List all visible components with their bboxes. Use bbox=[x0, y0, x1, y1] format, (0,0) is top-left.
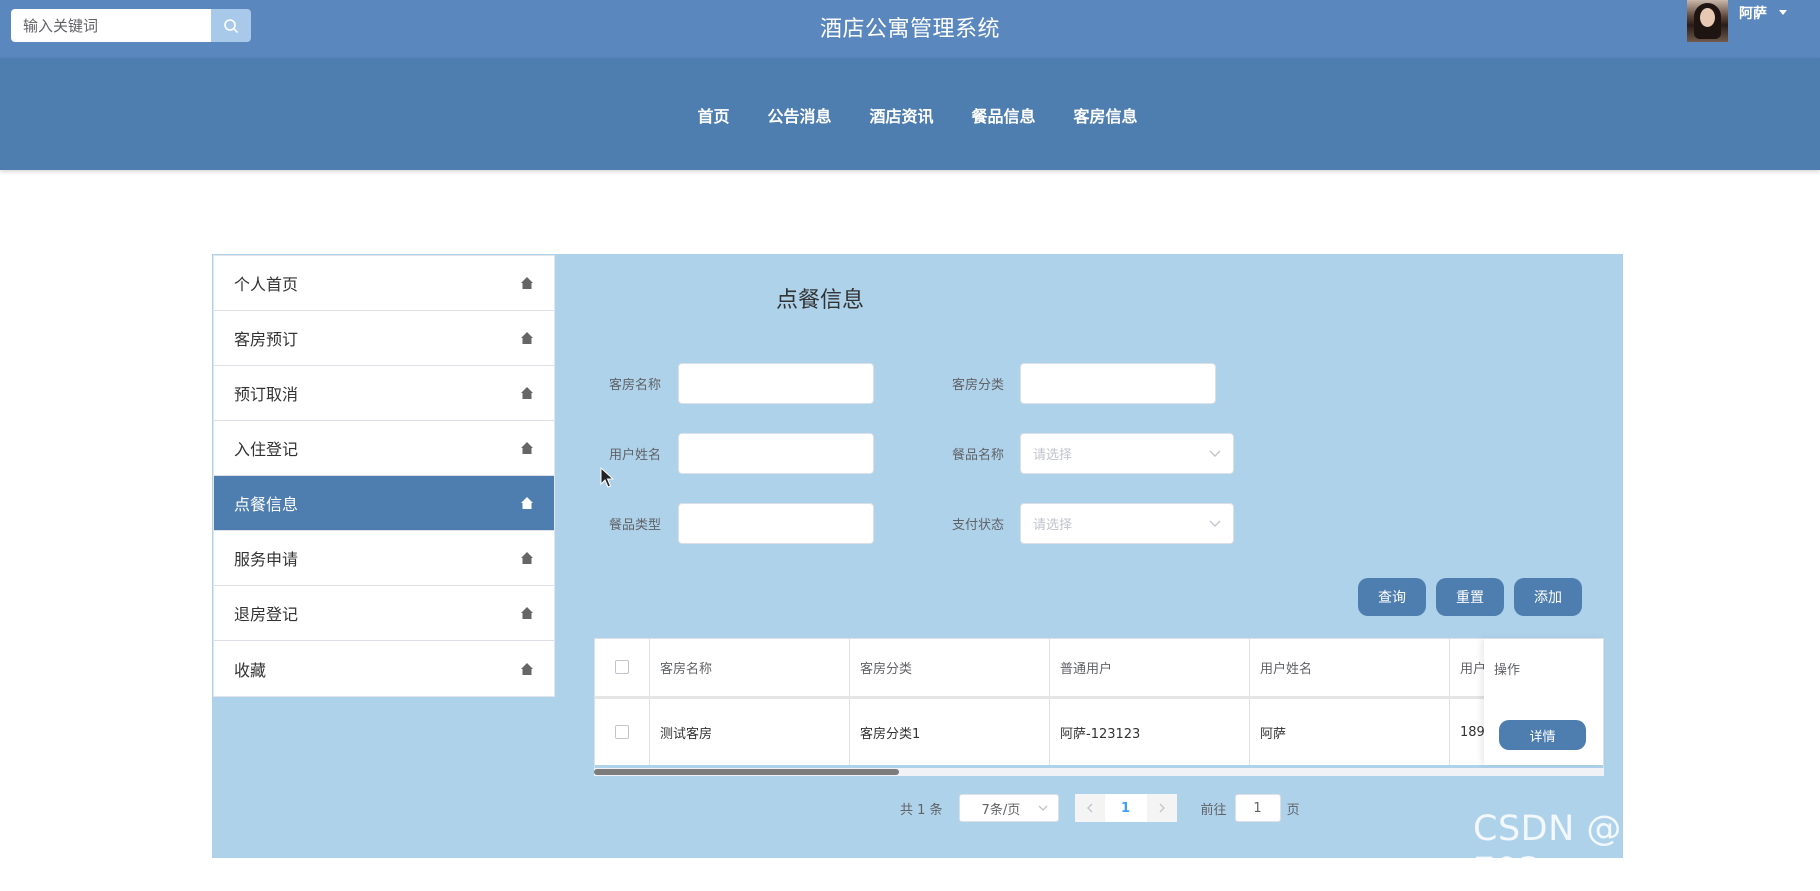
sidebar-item-label: 个人首页 bbox=[234, 275, 299, 294]
nav-item-announcements[interactable]: 公告消息 bbox=[748, 103, 850, 127]
sidebar-item-service-request[interactable]: 服务申请 bbox=[214, 531, 554, 586]
home-icon bbox=[521, 442, 533, 454]
operation-column: 操作 详情 bbox=[1484, 638, 1604, 765]
home-icon bbox=[521, 552, 533, 564]
reset-button[interactable]: 重置 bbox=[1436, 578, 1504, 616]
sidebar-item-label: 预订取消 bbox=[234, 385, 299, 404]
sidebar-menu: 个人首页 客房预订 预订取消 入住登记 点餐信息 服务申请 退房登记 收藏 bbox=[213, 255, 555, 697]
pagination: 共 1 条 7条/页 1 前往 1 页 bbox=[900, 794, 1300, 822]
table-cell: 测试客房 bbox=[650, 699, 850, 765]
sidebar-item-label: 退房登记 bbox=[234, 605, 299, 624]
sidebar-item-profile[interactable]: 个人首页 bbox=[214, 256, 554, 311]
page-suffix: 页 bbox=[1286, 802, 1300, 818]
site-title: 酒店公寓管理系统 bbox=[819, 17, 1000, 42]
select-all-cell bbox=[594, 638, 650, 696]
goto-label: 前往 bbox=[1200, 802, 1227, 818]
nav-item-home[interactable]: 首页 bbox=[678, 103, 748, 127]
room-name-input[interactable] bbox=[678, 363, 874, 404]
dish-name-placeholder: 请选择 bbox=[1033, 448, 1073, 463]
select-all-checkbox[interactable] bbox=[614, 660, 629, 674]
chevron-down-icon bbox=[1209, 450, 1221, 457]
watermark: CSDN @毕业设计703 bbox=[1473, 809, 1764, 891]
dish-type-label: 餐品类型 bbox=[609, 518, 662, 533]
sidebar-item-check-out[interactable]: 退房登记 bbox=[214, 586, 554, 641]
nav-item-rooms[interactable]: 客房信息 bbox=[1055, 103, 1157, 127]
scrollbar-thumb[interactable] bbox=[594, 769, 899, 775]
home-icon bbox=[521, 662, 533, 675]
column-header[interactable]: 普通用户 bbox=[1050, 638, 1250, 696]
dish-name-select[interactable]: 请选择 bbox=[1020, 433, 1234, 474]
column-header[interactable]: 客房名称 bbox=[650, 638, 850, 696]
table-horizontal-scrollbar[interactable] bbox=[594, 768, 1604, 776]
sidebar-item-label: 点餐信息 bbox=[234, 495, 299, 514]
chevron-right-icon bbox=[1159, 803, 1165, 813]
home-icon bbox=[521, 497, 533, 509]
column-header[interactable]: 用户姓名 bbox=[1250, 638, 1450, 696]
prev-page-button[interactable] bbox=[1074, 794, 1105, 822]
user-name-input[interactable] bbox=[678, 433, 874, 474]
table-cell: 客房分类1 bbox=[850, 699, 1050, 765]
sidebar-item-label: 收藏 bbox=[234, 660, 267, 680]
home-icon bbox=[521, 277, 533, 289]
sidebar-item-label: 服务申请 bbox=[234, 550, 299, 569]
add-button[interactable]: 添加 bbox=[1514, 578, 1582, 616]
pagination-total: 共 1 条 bbox=[900, 802, 943, 818]
user-name[interactable]: 阿萨 bbox=[1739, 3, 1767, 23]
home-icon bbox=[521, 607, 533, 619]
sidebar-item-booking-cancel[interactable]: 预订取消 bbox=[214, 366, 554, 421]
table-cell: 阿萨-123123 bbox=[1050, 699, 1250, 765]
page-size-select[interactable]: 7条/页 bbox=[958, 794, 1059, 822]
nav-item-hotel-news[interactable]: 酒店资讯 bbox=[850, 103, 952, 127]
room-name-label: 客房名称 bbox=[609, 378, 662, 393]
pay-status-placeholder: 请选择 bbox=[1033, 518, 1073, 533]
table-cell: 阿萨 bbox=[1250, 699, 1450, 765]
user-menu[interactable]: 阿萨 bbox=[1687, 0, 1787, 42]
chevron-down-icon bbox=[1209, 520, 1221, 527]
mouse-cursor-icon bbox=[600, 467, 614, 488]
query-button[interactable]: 查询 bbox=[1358, 578, 1426, 616]
row-checkbox[interactable] bbox=[614, 725, 629, 739]
sidebar-item-label: 客房预订 bbox=[234, 330, 299, 349]
main-nav: 首页 公告消息 酒店资讯 餐品信息 客房信息 bbox=[0, 58, 1820, 170]
operation-header: 操作 bbox=[1494, 663, 1521, 678]
pay-status-select[interactable]: 请选择 bbox=[1020, 503, 1234, 544]
table-row: 测试客房 客房分类1 阿萨-123123 阿萨 189 bbox=[594, 699, 1586, 765]
user-name-label: 用户姓名 bbox=[609, 448, 662, 463]
caret-down-icon[interactable] bbox=[1779, 10, 1787, 15]
goto-page-input[interactable]: 1 bbox=[1234, 794, 1281, 822]
chevron-left-icon bbox=[1086, 803, 1093, 813]
page-number-current[interactable]: 1 bbox=[1104, 794, 1147, 822]
sidebar-item-favorites[interactable]: 收藏 bbox=[214, 641, 554, 696]
page-size-value: 7条/页 bbox=[981, 802, 1021, 818]
room-category-label: 客房分类 bbox=[952, 378, 1005, 393]
dish-name-label: 餐品名称 bbox=[952, 448, 1005, 463]
page-title: 点餐信息 bbox=[776, 288, 865, 313]
sidebar-item-check-in[interactable]: 入住登记 bbox=[214, 421, 554, 476]
nav-item-dishes[interactable]: 餐品信息 bbox=[953, 103, 1055, 127]
sidebar-item-label: 入住登记 bbox=[234, 440, 299, 459]
dish-type-input[interactable] bbox=[678, 503, 874, 544]
row-select-cell bbox=[594, 699, 650, 765]
sidebar-item-orders[interactable]: 点餐信息 bbox=[214, 476, 554, 531]
home-icon bbox=[521, 387, 533, 399]
pay-status-label: 支付状态 bbox=[952, 518, 1005, 533]
order-table: 客房名称 客房分类 普通用户 用户姓名 用户 测试客房 客房分类1 阿萨-123… bbox=[594, 638, 1604, 765]
home-icon bbox=[521, 332, 533, 344]
sidebar-item-room-booking[interactable]: 客房预订 bbox=[214, 311, 554, 366]
detail-button[interactable]: 详情 bbox=[1499, 720, 1586, 750]
table-header-row: 客房名称 客房分类 普通用户 用户姓名 用户 bbox=[594, 638, 1586, 699]
room-category-input[interactable] bbox=[1020, 363, 1216, 404]
chevron-down-icon bbox=[1038, 805, 1048, 811]
top-bar: 酒店公寓管理系统 阿萨 bbox=[0, 0, 1820, 58]
next-page-button[interactable] bbox=[1146, 794, 1177, 822]
column-header[interactable]: 客房分类 bbox=[850, 638, 1050, 696]
avatar[interactable] bbox=[1687, 0, 1728, 42]
